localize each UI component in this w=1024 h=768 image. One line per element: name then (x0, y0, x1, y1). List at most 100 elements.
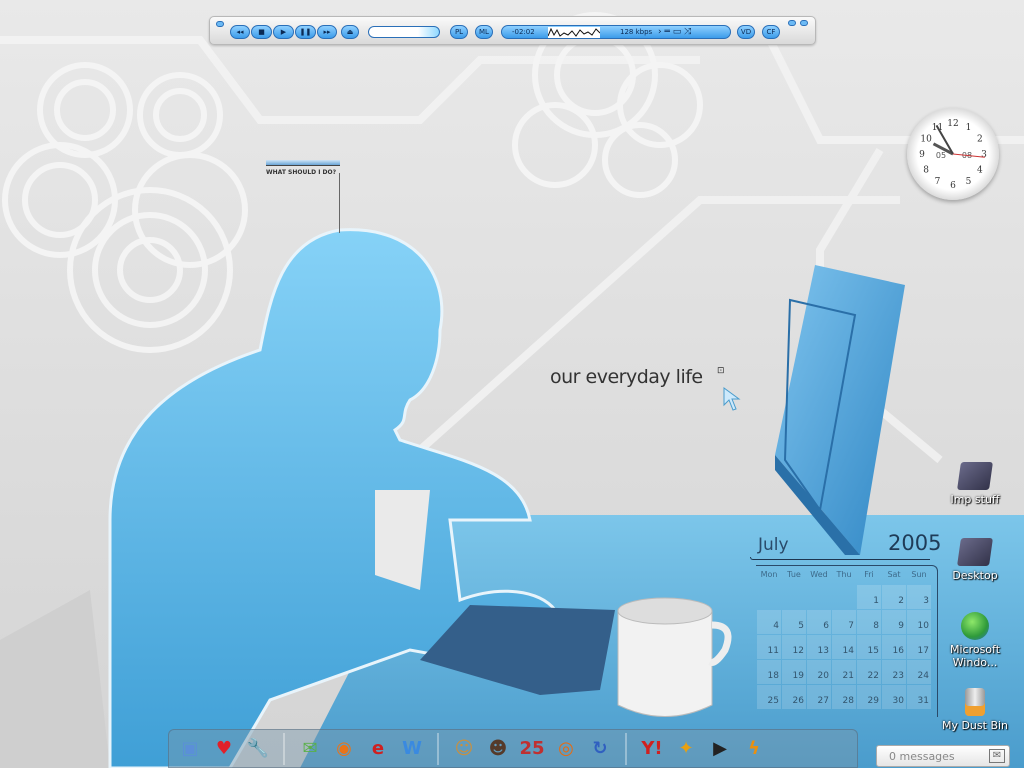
stop-button[interactable]: ■ (251, 25, 272, 39)
calendar-day[interactable]: 31 (907, 685, 931, 709)
dock-bar: ▣ ♥ 🔧 ✉ ◉ e W ☺ ☻ 25 ◎ ↻ Y! ✦ ▶ ϟ (168, 729, 858, 768)
dock-item-aim[interactable]: ✦ (672, 734, 700, 764)
favorites-icon: ♥ (215, 738, 233, 759)
clock-numeral: 8 (923, 166, 929, 176)
calendar-day[interactable]: 20 (807, 660, 831, 684)
clock-numeral: 4 (977, 166, 983, 176)
weekday-label: Fri (864, 570, 874, 579)
dock-item-user-accounts[interactable]: ☺ (450, 734, 478, 764)
video-button[interactable]: VD (737, 25, 755, 39)
next-button[interactable]: ▸▸ (317, 25, 337, 39)
clock-numeral: 7 (935, 177, 941, 187)
media-library-button[interactable]: ML (475, 25, 493, 39)
calendar-day[interactable]: 4 (757, 610, 781, 634)
repeat-shuffle-icons[interactable]: › ═ ▭ ⤨ (658, 27, 691, 37)
weekday-label: Sat (887, 570, 901, 579)
eject-button[interactable]: ⏏ (341, 25, 359, 39)
calendar-day[interactable]: 1 (857, 585, 881, 609)
bitrate-display: 128 kbps (620, 28, 653, 36)
calendar-day[interactable]: 24 (907, 660, 931, 684)
calendar-day[interactable]: 16 (882, 635, 906, 659)
messages-widget[interactable]: 0 messages ✉ (876, 745, 1010, 767)
calendar-day[interactable]: 23 (882, 660, 906, 684)
minimize-button[interactable] (788, 20, 796, 26)
calendar-day[interactable]: 14 (832, 635, 856, 659)
winamp-icon: ϟ (748, 738, 760, 759)
calendar-day[interactable]: 11 (757, 635, 781, 659)
calendar-day[interactable]: 13 (807, 635, 831, 659)
dock-item-sync[interactable]: ↻ (586, 734, 614, 764)
dock-item-word[interactable]: W (398, 734, 426, 764)
sync-icon: ↻ (592, 738, 608, 759)
weekday-label: Wed (810, 570, 828, 579)
word-icon: W (402, 738, 422, 759)
dock-item-media-player[interactable]: ▶ (706, 734, 734, 764)
crossfade-button[interactable]: CF (762, 25, 780, 39)
calendar-day[interactable]: 27 (807, 685, 831, 709)
player-display: -02:02 128 kbps › ═ ▭ ⤨ (501, 25, 731, 39)
calendar-day[interactable]: 2 (882, 585, 906, 609)
calendar-day[interactable]: 25 (757, 685, 781, 709)
seek-bar[interactable] (368, 26, 440, 38)
calendar-day[interactable]: 12 (782, 635, 806, 659)
calendar-day[interactable]: 22 (857, 660, 881, 684)
calendar-day[interactable]: 9 (882, 610, 906, 634)
dock-item-internet-explorer[interactable]: e (364, 734, 392, 764)
desktop-icon-label: Desktop (952, 569, 998, 582)
dock-item-messenger[interactable]: ✉ (296, 734, 324, 764)
calendar-day[interactable]: 3 (907, 585, 931, 609)
calendar-day[interactable]: 28 (832, 685, 856, 709)
calendar-day[interactable]: 18 (757, 660, 781, 684)
globe-icon (961, 612, 989, 640)
calendar-day[interactable]: 10 (907, 610, 931, 634)
dock-item-firefox[interactable]: ◉ (330, 734, 358, 764)
display-settings-icon: ▣ (181, 738, 199, 759)
playlist-button[interactable]: PL (450, 25, 468, 39)
clock-widget: 1212345678910110508 (907, 108, 999, 200)
calendar-day[interactable]: 7 (832, 610, 856, 634)
calendar-day[interactable]: 17 (907, 635, 931, 659)
dock-item-contact[interactable]: ☻ (484, 734, 512, 764)
previous-button[interactable]: ◂◂ (230, 25, 250, 39)
move-handle-icon[interactable]: ⊡ (717, 366, 727, 376)
calendar-day[interactable]: 6 (807, 610, 831, 634)
what-should-i-do-widget[interactable]: WHAT SHOULD I DO? (266, 160, 340, 233)
player-menu-button[interactable] (216, 21, 224, 27)
calendar-day[interactable]: 8 (857, 610, 881, 634)
desktop-icon-label: Microsoft Windo... (949, 643, 1001, 669)
pause-button[interactable]: ❚❚ (295, 25, 316, 39)
calendar-day[interactable]: 5 (782, 610, 806, 634)
calendar-app-icon: 25 (519, 738, 545, 759)
clock-numeral: 10 (920, 135, 932, 145)
dock-item-favorites[interactable]: ♥ (210, 734, 238, 764)
desktop-icon[interactable]: Imp stuff (935, 462, 1015, 506)
coffee-mug (617, 597, 732, 717)
clock-numeral: 3 (981, 150, 987, 160)
clock-numeral: 1 (966, 123, 972, 133)
calendar-day[interactable]: 15 (857, 635, 881, 659)
mail-icon[interactable]: ✉ (989, 749, 1005, 763)
desktop-icon[interactable]: My Dust Bin (935, 688, 1015, 732)
close-button[interactable] (800, 20, 808, 26)
calendar-day[interactable]: 26 (782, 685, 806, 709)
dock-separator (437, 732, 439, 765)
desktop-icon-label: Imp stuff (950, 493, 1000, 506)
calendar-day[interactable]: 21 (832, 660, 856, 684)
calendar-day[interactable]: 30 (882, 685, 906, 709)
dock-item-yahoo-messenger[interactable]: Y! (638, 734, 666, 764)
calendar-day[interactable]: 29 (857, 685, 881, 709)
weekday-label: Thu (836, 570, 852, 579)
calendar-day[interactable]: 19 (782, 660, 806, 684)
desktop-icon[interactable]: Desktop (935, 538, 1015, 582)
dock-item-calendar-app[interactable]: 25 (518, 734, 546, 764)
dock-item-winamp[interactable]: ϟ (740, 734, 768, 764)
dock-item-display-settings[interactable]: ▣ (176, 734, 204, 764)
dock-item-tools[interactable]: 🔧 (244, 734, 272, 764)
calendar-year: 2005 (888, 531, 942, 555)
desktop-icon[interactable]: Microsoft Windo... (935, 612, 1015, 669)
weekday-label: Mon (760, 570, 778, 579)
dock-item-cd-burner[interactable]: ◎ (552, 734, 580, 764)
messenger-icon: ✉ (302, 738, 318, 759)
visualizer (547, 27, 601, 38)
play-button[interactable]: ▶ (273, 25, 294, 39)
